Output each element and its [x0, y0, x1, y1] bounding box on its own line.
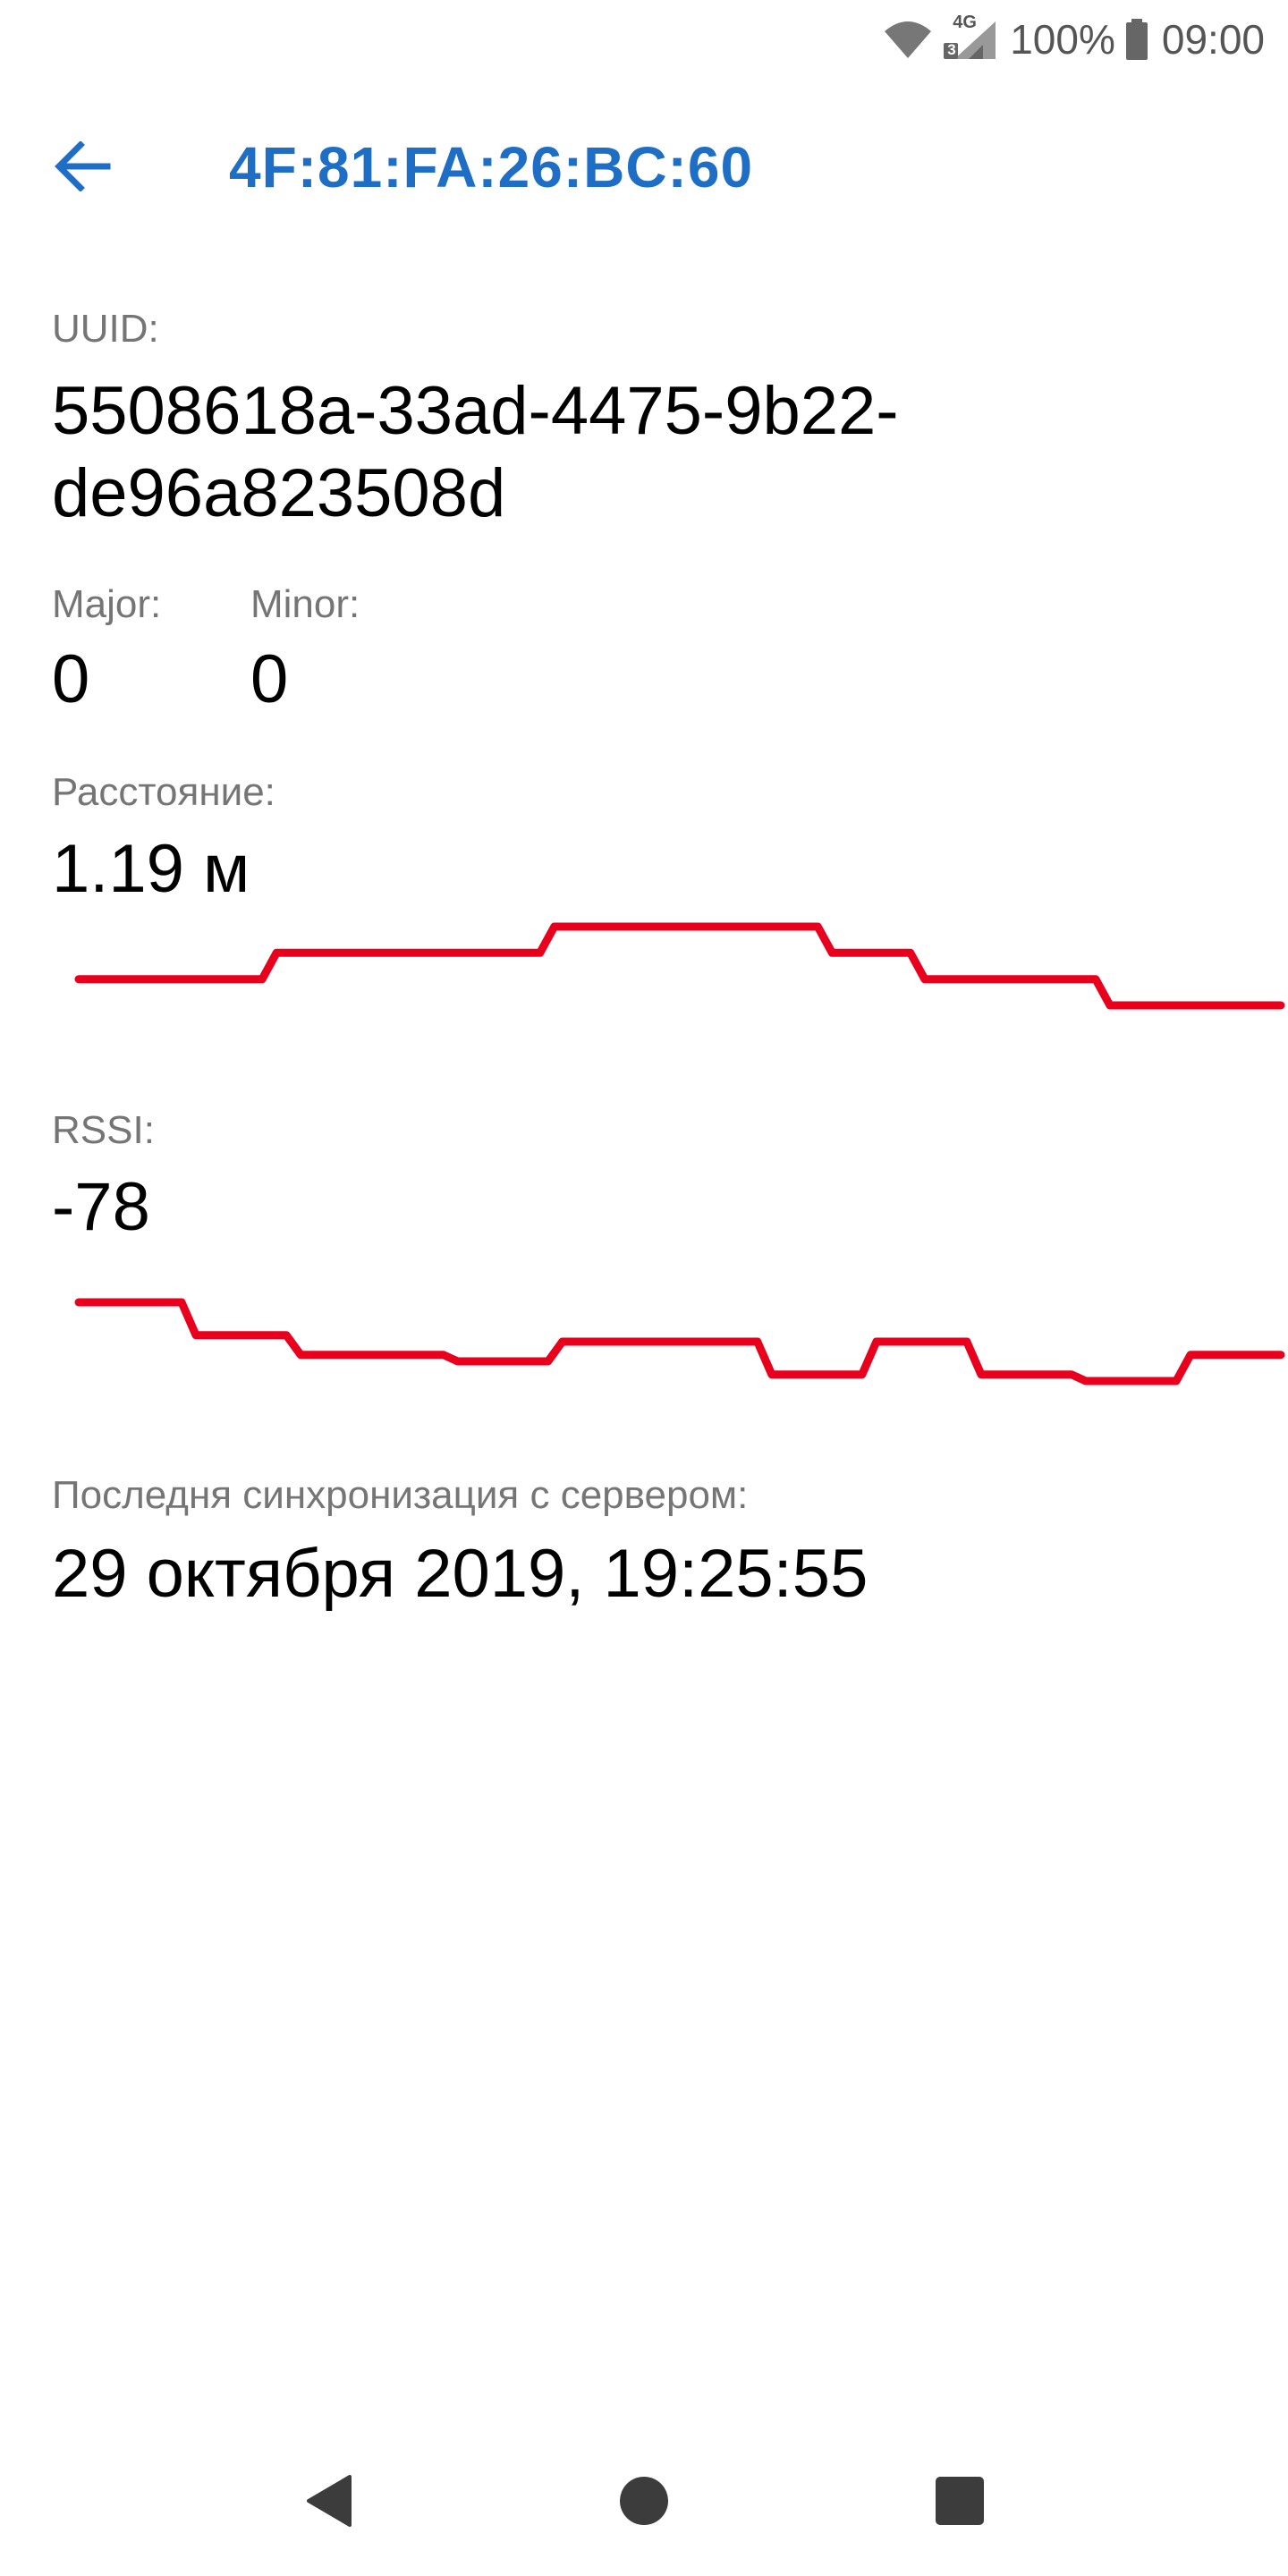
wifi-icon	[883, 19, 933, 60]
circle-home-icon	[619, 2476, 669, 2530]
sync-value: 29 октября 2019, 19:25:55	[52, 1536, 869, 1612]
sim-slot-label: 3	[947, 41, 956, 58]
rssi-value: -78	[52, 1169, 150, 1245]
sync-label: Последня синхронизация с сервером:	[52, 1473, 749, 1517]
distance-value: 1.19 м	[52, 831, 250, 907]
rssi-label: RSSI:	[52, 1108, 155, 1152]
status-bar: 4G 3 100% 09:00	[0, 0, 1288, 79]
page-title: 4F:81:FA:26:BC:60	[229, 135, 754, 199]
arrow-left-icon	[54, 140, 111, 196]
minor-section: Minor: 0	[250, 580, 360, 723]
clock: 09:00	[1161, 16, 1265, 63]
cellular-signal-icon: 4G 3	[942, 13, 999, 61]
uuid-label: UUID:	[52, 307, 159, 351]
square-recents-icon	[935, 2476, 985, 2530]
distance-label: Расстояние:	[52, 770, 275, 814]
minor-value: 0	[250, 641, 289, 717]
distance-section: Расстояние: 1.19 м	[52, 767, 275, 912]
battery-percent: 100%	[1010, 16, 1115, 63]
uuid-value: 5508618a-33ad-4475-9b22-de96a823508d	[52, 373, 899, 531]
nav-back-button[interactable]	[275, 2449, 382, 2556]
network-type-label: 4G	[953, 13, 977, 32]
rssi-chart-line	[74, 1298, 1285, 1385]
system-nav-bar	[0, 2429, 1288, 2576]
rssi-chart	[74, 1298, 1285, 1385]
distance-chart-line	[74, 922, 1285, 1010]
minor-label: Minor:	[250, 582, 360, 626]
sync-section: Последня синхронизация с сервером: 29 ок…	[52, 1470, 868, 1617]
app-bar: 4F:81:FA:26:BC:60	[0, 106, 1288, 231]
screen: 4G 3 100% 09:00 4F:81:FA:26:BC:60 UUID: …	[0, 0, 1288, 2576]
major-section: Major: 0	[52, 580, 161, 723]
triangle-back-icon	[303, 2473, 353, 2533]
back-button[interactable]	[39, 125, 125, 211]
uuid-section: UUID: 5508618a-33ad-4475-9b22-de96a82350…	[52, 304, 1036, 535]
nav-home-button[interactable]	[590, 2449, 698, 2556]
battery-icon	[1124, 19, 1149, 60]
nav-recents-button[interactable]	[906, 2449, 1013, 2556]
major-label: Major:	[52, 582, 162, 626]
rssi-section: RSSI: -78	[52, 1106, 155, 1250]
major-value: 0	[52, 641, 90, 717]
distance-chart	[74, 922, 1285, 1010]
